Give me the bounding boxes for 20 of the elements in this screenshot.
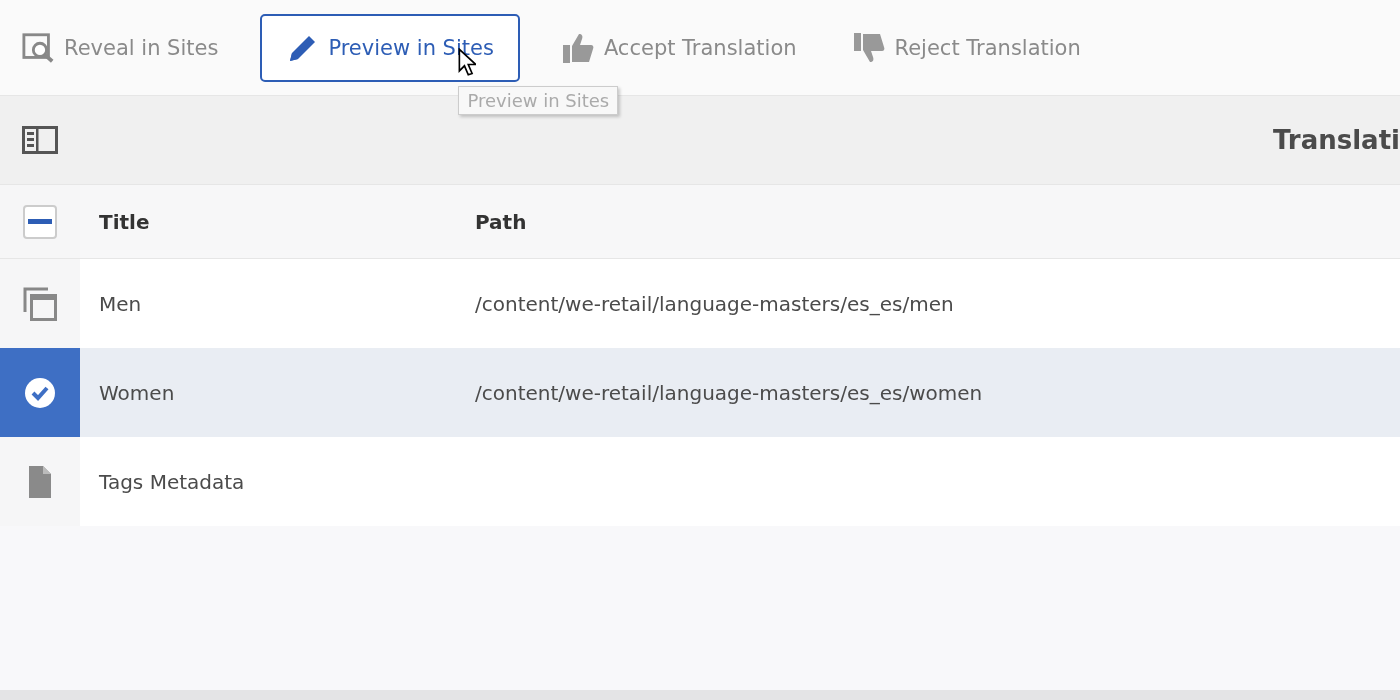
tooltip: Preview in Sites: [458, 85, 619, 115]
panel-icon[interactable]: [22, 126, 58, 154]
table-cell: /content/we-retail/language-masters/es_es/men: [475, 291, 954, 316]
table-cell: Men: [99, 291, 142, 316]
thumbs-down-icon: [852, 31, 887, 64]
search-icon: [22, 31, 56, 64]
table-cell: Tags Metadata: [99, 469, 245, 494]
header-title: Translati: [1272, 125, 1400, 155]
table-cell: /content/we-retail/language-masters/es_es/women: [475, 380, 983, 405]
table-row[interactable]: Tags Metadata: [0, 437, 1400, 526]
table-cell: Women: [99, 380, 175, 405]
check-circle-icon: [23, 375, 57, 410]
checkbox[interactable]: [23, 204, 57, 239]
table-row[interactable]: Women /content/we-retail/language-masters/es_es/women: [0, 348, 1400, 437]
thumbs-up-icon: [561, 31, 596, 64]
table-row[interactable]: Men /content/we-retail/language-masters/es_es/men: [0, 259, 1400, 348]
column-header[interactable]: Path: [475, 209, 527, 234]
toolbar-button[interactable]: Preview in Sites: [260, 13, 520, 82]
column-header[interactable]: Title: [80, 209, 475, 234]
pages-icon: [23, 286, 57, 321]
